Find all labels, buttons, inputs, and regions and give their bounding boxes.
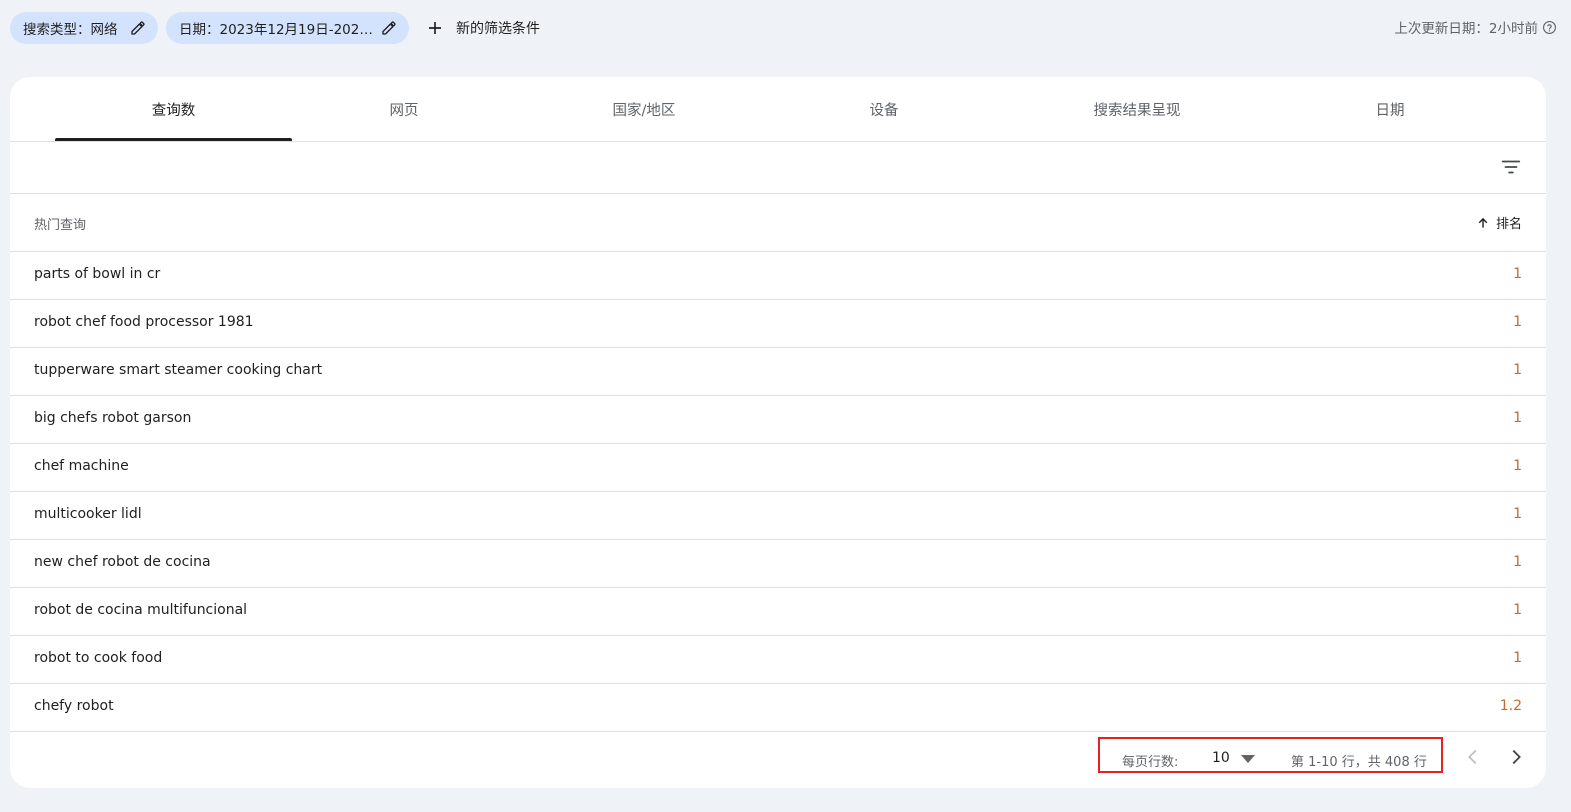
table-row[interactable]: robot to cook food 1	[10, 636, 1546, 684]
dimension-tabs: 查询数 网页 国家/地区 设备 搜索结果呈现 日期	[10, 77, 1546, 142]
position-cell: 1	[1513, 602, 1522, 618]
query-cell: multicooker lidl	[34, 506, 142, 522]
query-cell: chefy robot	[34, 698, 114, 714]
active-tab-indicator	[55, 138, 292, 141]
position-cell: 1	[1513, 410, 1522, 426]
chevron-left-icon[interactable]	[1462, 746, 1484, 768]
tab-queries[interactable]: 查询数	[55, 77, 292, 141]
position-cell: 1	[1513, 314, 1522, 330]
table-row[interactable]: big chefs robot garson 1	[10, 396, 1546, 444]
dropdown-triangle-icon[interactable]	[1241, 755, 1255, 763]
last-updated: 上次更新日期：2小时前	[1394, 17, 1557, 37]
last-updated-text: 上次更新日期：2小时前	[1394, 21, 1538, 37]
query-cell: chef machine	[34, 458, 129, 474]
table-row[interactable]: multicooker lidl 1	[10, 492, 1546, 540]
rows-per-page-label: 每页行数:	[1122, 755, 1179, 770]
filter-bar: 搜索类型：网络 日期：2023年12月19日-2024… 新的筛选条件 上次更新…	[0, 0, 1571, 56]
table-row[interactable]: robot chef food processor 1981 1	[10, 300, 1546, 348]
table-row[interactable]: parts of bowl in cr 1	[10, 252, 1546, 300]
filter-icon[interactable]	[1500, 156, 1522, 178]
table-header: 热门查询 排名	[10, 194, 1546, 252]
table-row[interactable]: robot de cocina multifuncional 1	[10, 588, 1546, 636]
add-filter-button[interactable]: 新的筛选条件	[426, 12, 540, 44]
edit-pencil-icon[interactable]	[130, 20, 146, 36]
tab-dates[interactable]: 日期	[1278, 77, 1502, 141]
table-body: parts of bowl in cr 1 robot chef food pro…	[10, 252, 1546, 732]
table-row[interactable]: tupperware smart steamer cooking chart 1	[10, 348, 1546, 396]
query-cell: robot chef food processor 1981	[34, 314, 254, 330]
tab-countries[interactable]: 国家/地区	[530, 77, 758, 141]
sort-arrow-up-icon	[1478, 217, 1488, 228]
query-cell: new chef robot de cocina	[34, 554, 211, 570]
table-row[interactable]: chefy robot 1.2	[10, 684, 1546, 732]
date-filter-chip[interactable]: 日期：2023年12月19日-2024…	[166, 12, 409, 44]
table-toolbar	[10, 142, 1546, 194]
column-header-position-label: 排名	[1495, 217, 1522, 232]
chevron-right-icon[interactable]	[1505, 746, 1527, 768]
search-type-filter-label: 搜索类型：网络	[23, 22, 118, 38]
position-cell: 1	[1513, 362, 1522, 378]
query-cell: big chefs robot garson	[34, 410, 192, 426]
query-cell: parts of bowl in cr	[34, 266, 161, 282]
performance-table-card: 查询数 网页 国家/地区 设备 搜索结果呈现 日期 热门查询 排名 parts …	[10, 77, 1546, 788]
tab-devices[interactable]: 设备	[772, 77, 996, 141]
tab-search-appearance[interactable]: 搜索结果呈现	[1010, 77, 1264, 141]
pagination-bar: 每页行数: 10 第 1-10 行，共 408 行	[10, 732, 1546, 788]
plus-icon	[429, 22, 441, 34]
add-filter-label: 新的筛选条件	[456, 21, 540, 37]
position-cell: 1	[1513, 554, 1522, 570]
edit-pencil-icon[interactable]	[381, 20, 397, 36]
rows-per-page-select[interactable]: 10	[1212, 750, 1230, 766]
query-cell: robot to cook food	[34, 650, 163, 666]
position-cell: 1	[1513, 506, 1522, 522]
position-cell: 1.2	[1499, 698, 1522, 714]
search-type-filter-chip[interactable]: 搜索类型：网络	[10, 12, 158, 44]
column-header-position[interactable]: 排名	[1476, 213, 1522, 232]
table-row[interactable]: chef machine 1	[10, 444, 1546, 492]
table-row[interactable]: new chef robot de cocina 1	[10, 540, 1546, 588]
query-cell: robot de cocina multifuncional	[34, 602, 248, 618]
position-cell: 1	[1513, 266, 1522, 282]
help-circle-icon[interactable]	[1542, 20, 1557, 35]
tab-pages[interactable]: 网页	[292, 77, 516, 141]
position-cell: 1	[1513, 650, 1522, 666]
position-cell: 1	[1513, 458, 1522, 474]
date-filter-label: 日期：2023年12月19日-2024…	[179, 22, 373, 38]
column-header-top-queries[interactable]: 热门查询	[34, 214, 86, 233]
query-cell: tupperware smart steamer cooking chart	[34, 362, 323, 378]
pagination-range-text: 第 1-10 行，共 408 行	[1291, 755, 1427, 770]
